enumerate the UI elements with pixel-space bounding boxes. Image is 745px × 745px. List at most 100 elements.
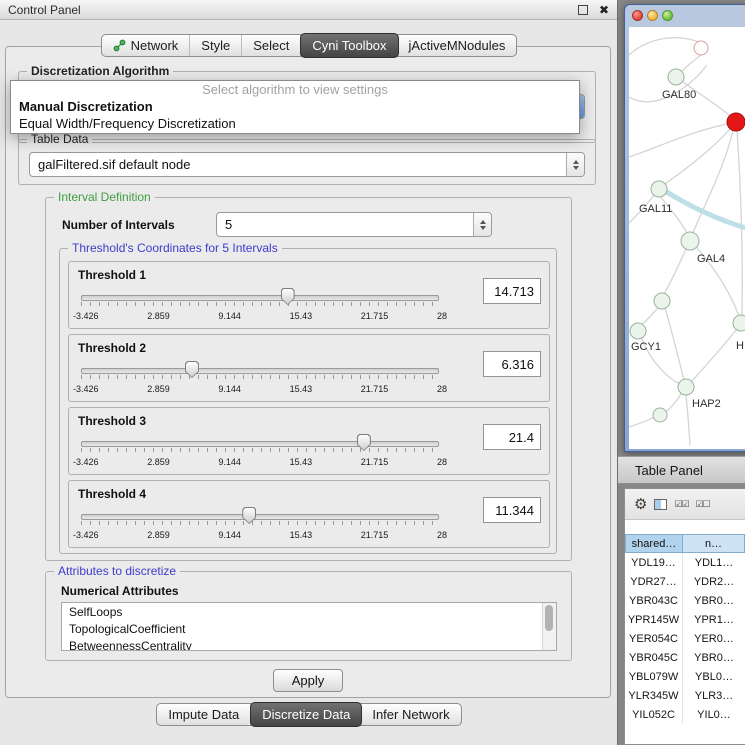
tab-label: Infer Network	[372, 707, 449, 722]
network-edge[interactable]	[692, 329, 737, 381]
table-row[interactable]: YBR043CYBR0…	[625, 591, 745, 610]
network-node[interactable]	[653, 408, 667, 422]
table-data-combobox[interactable]: galFiltered.sif default node	[29, 152, 585, 177]
network-node[interactable]	[733, 315, 745, 331]
select-columns-icon[interactable]: ☑☐	[696, 500, 710, 509]
tab-select[interactable]: Select	[242, 35, 301, 56]
close-window-button[interactable]: ✖	[599, 4, 609, 16]
table-row[interactable]: YDL19…YDL1…	[625, 553, 745, 572]
apply-button[interactable]: Apply	[273, 669, 344, 692]
select-all-columns-icon[interactable]: ☑☑	[674, 500, 688, 509]
table-cell: YLR345W	[625, 686, 683, 705]
network-node[interactable]	[681, 232, 699, 250]
threshold-slider[interactable]	[81, 288, 439, 306]
slider-track[interactable]	[81, 514, 439, 520]
slider-axis-labels: -3.4262.8599.14415.4321.71528	[73, 530, 447, 540]
tab-cyni-toolbox[interactable]: Cyni Toolbox	[300, 33, 398, 58]
network-edge[interactable]	[680, 55, 701, 73]
tab-infer-network[interactable]: Infer Network	[361, 704, 460, 725]
table-row[interactable]: YLR345WYLR3…	[625, 686, 745, 705]
threshold-slider[interactable]	[81, 507, 439, 525]
tab-style[interactable]: Style	[190, 35, 242, 56]
network-edge[interactable]	[665, 191, 745, 228]
slider-ticks	[81, 302, 439, 306]
network-node-label: H	[736, 340, 744, 352]
network-node[interactable]	[678, 379, 694, 395]
network-edge[interactable]	[629, 38, 701, 55]
float-window-button[interactable]	[578, 5, 588, 15]
table-row[interactable]: YBR045CYBR0…	[625, 648, 745, 667]
threshold-value-field[interactable]: 6.316	[483, 351, 541, 377]
threshold-value-field[interactable]: 21.4	[483, 424, 541, 450]
attributes-list-scrollbar[interactable]	[542, 603, 556, 650]
network-view-window: GAL80GAL11GAL4GCY1HHAP2	[624, 4, 745, 452]
network-edge[interactable]	[641, 308, 658, 325]
threshold-label: Threshold 1	[78, 268, 146, 282]
tab-network[interactable]: Network	[102, 35, 191, 56]
attributes-list[interactable]: SelfLoopsTopologicalCoefficientBetweenne…	[61, 602, 557, 651]
slider-track[interactable]	[81, 295, 439, 301]
threshold-value-field[interactable]: 14.713	[483, 278, 541, 304]
attribute-list-item[interactable]: BetweennessCentrality	[62, 637, 556, 651]
combobox-stepper-icon[interactable]	[566, 153, 584, 176]
slider-track[interactable]	[81, 368, 439, 374]
network-graph-svg[interactable]: GAL80GAL11GAL4GCY1HHAP2	[629, 27, 745, 449]
network-edge[interactable]	[664, 249, 686, 294]
network-node-label: GCY1	[631, 341, 661, 353]
mac-zoom-button[interactable]	[662, 10, 673, 21]
numerical-attributes-label: Numerical Attributes	[61, 584, 179, 598]
dropdown-option-equal-width[interactable]: Equal Width/Frequency Discretization	[11, 115, 579, 132]
network-canvas[interactable]: GAL80GAL11GAL4GCY1HHAP2	[629, 27, 745, 449]
dropdown-option-manual-discretization[interactable]: Manual Discretization	[11, 98, 579, 115]
threshold-value-field[interactable]: 11.344	[483, 497, 541, 523]
network-edge[interactable]	[666, 393, 681, 412]
table-toolbar: ⚙ ☑☑ ☑☐	[625, 489, 745, 520]
table-row[interactable]: YIL052CYIL0…	[625, 705, 745, 724]
network-edge[interactable]	[629, 124, 727, 157]
column-header-name[interactable]: n…	[683, 534, 745, 553]
table-cell: YBR043C	[625, 591, 683, 610]
columns-icon[interactable]	[654, 499, 667, 510]
table-row[interactable]: YDR27…YDR2…	[625, 572, 745, 591]
network-node[interactable]	[654, 293, 670, 309]
network-edge[interactable]	[665, 308, 684, 380]
table-cell: YBR045C	[625, 648, 683, 667]
axis-tick-label: 2.859	[147, 457, 170, 467]
network-node[interactable]	[651, 181, 667, 197]
dropdown-placeholder-item[interactable]: Select algorithm to view settings	[11, 82, 579, 98]
table-row[interactable]: YER054CYER0…	[625, 629, 745, 648]
tab-discretize-data[interactable]: Discretize Data	[250, 702, 362, 727]
threshold-label: Threshold 2	[78, 341, 146, 355]
table-cell: YDL1…	[683, 553, 745, 572]
attribute-list-item[interactable]: TopologicalCoefficient	[62, 620, 556, 637]
threshold-3-panel: Threshold 3 -3.4262.8599.14415.4321.7152…	[68, 407, 550, 475]
table-cell: YBL079W	[625, 667, 683, 686]
table-row[interactable]: YBL079WYBL0…	[625, 667, 745, 686]
network-edge[interactable]	[686, 395, 690, 445]
column-header-shared-name[interactable]: shared…	[625, 534, 683, 553]
mac-minimize-button[interactable]	[647, 10, 658, 21]
network-node[interactable]	[630, 323, 646, 339]
tab-impute-data[interactable]: Impute Data	[157, 704, 251, 725]
scrollbar-thumb[interactable]	[545, 605, 553, 631]
axis-tick-label: 9.144	[218, 384, 241, 394]
slider-ticks	[81, 375, 439, 379]
network-edge[interactable]	[629, 417, 654, 427]
network-node[interactable]	[694, 41, 708, 55]
axis-tick-label: -3.426	[73, 530, 99, 540]
table-row[interactable]: YPR145WYPR1…	[625, 610, 745, 629]
gear-icon[interactable]: ⚙	[634, 497, 647, 512]
slider-track[interactable]	[81, 441, 439, 447]
threshold-slider[interactable]	[81, 361, 439, 379]
threshold-slider[interactable]	[81, 434, 439, 452]
network-node-selected-red[interactable]	[727, 113, 745, 131]
attribute-list-item[interactable]: SelfLoops	[62, 603, 556, 620]
tab-jactivemnodules[interactable]: jActiveMNodules	[398, 35, 517, 56]
axis-tick-label: 21.715	[361, 530, 389, 540]
combobox-stepper-icon[interactable]	[473, 213, 491, 236]
number-of-intervals-combobox[interactable]: 5	[216, 212, 492, 237]
network-node[interactable]	[668, 69, 684, 85]
axis-tick-label: 9.144	[218, 457, 241, 467]
mac-close-button[interactable]	[632, 10, 643, 21]
network-edge[interactable]	[665, 129, 730, 184]
